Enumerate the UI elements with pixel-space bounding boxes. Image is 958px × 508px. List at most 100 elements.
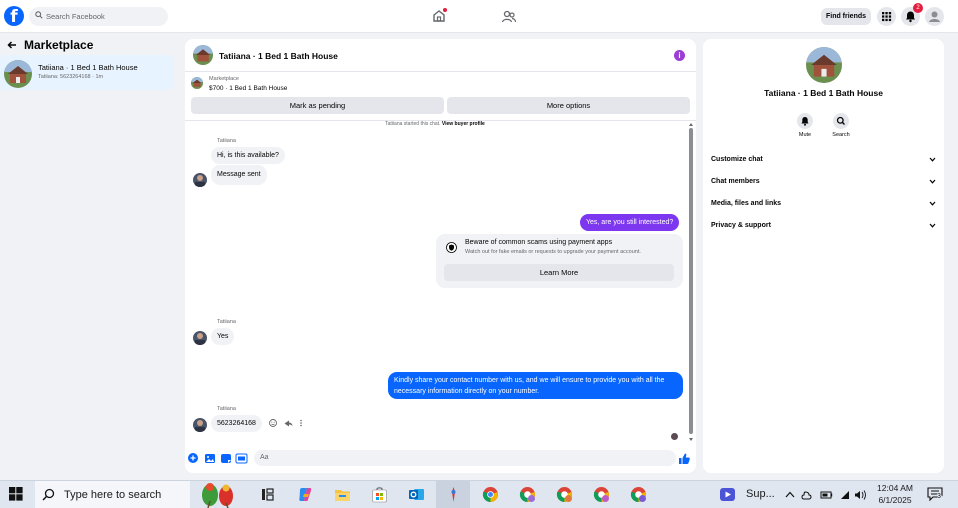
chat-header-avatar[interactable] xyxy=(193,45,213,65)
notification-count: 3 xyxy=(937,493,941,500)
scam-warning-title: Beware of common scams using payment app… xyxy=(465,239,613,246)
chat-members-section[interactable]: Chat members xyxy=(711,175,938,189)
clock-date: 6/1/2025 xyxy=(878,495,912,505)
info-icon[interactable]: i xyxy=(674,50,685,61)
read-receipt-avatar xyxy=(671,433,678,440)
shield-icon xyxy=(446,242,457,253)
copilot-icon[interactable] xyxy=(297,486,314,503)
chevron-down-icon xyxy=(929,179,936,184)
windows-start-icon[interactable] xyxy=(9,487,23,501)
outlook-icon[interactable] xyxy=(408,486,425,503)
home-nav-button[interactable] xyxy=(431,8,447,24)
onedrive-icon[interactable] xyxy=(801,491,812,500)
chat-title[interactable]: Tatiiana · 1 Bed 1 Bath House xyxy=(219,51,338,61)
listing-thumbnail-small[interactable] xyxy=(191,77,203,89)
chrome-icon[interactable] xyxy=(482,486,499,503)
notification-badge: 2 xyxy=(913,3,923,13)
sticker-icon[interactable] xyxy=(221,454,231,463)
task-view-icon[interactable] xyxy=(259,486,276,503)
search-icon xyxy=(836,116,845,125)
parrots-widget-icon[interactable] xyxy=(196,481,242,508)
microsoft-store-icon[interactable] xyxy=(371,486,388,503)
profile-avatar-icon xyxy=(929,11,940,22)
gif-icon[interactable] xyxy=(235,453,248,464)
grid-menu-icon xyxy=(882,12,892,22)
media-files-links-section[interactable]: Media, files and links xyxy=(711,197,938,211)
pinned-app-icon[interactable] xyxy=(445,486,462,503)
facebook-logo[interactable]: f xyxy=(4,6,24,27)
react-icon[interactable] xyxy=(269,419,277,427)
file-explorer-icon[interactable] xyxy=(334,486,351,503)
search-chat-button[interactable] xyxy=(833,113,849,129)
started-text: Tatiiana started this chat. xyxy=(385,121,441,127)
back-arrow-icon[interactable] xyxy=(7,40,17,50)
section-label: Privacy & support xyxy=(711,222,771,229)
conversation-title: Tatiiana · 1 Bed 1 Bath House xyxy=(38,63,138,72)
scam-warning-description: Watch out for fake emails or requests to… xyxy=(465,249,641,255)
view-buyer-profile-link[interactable]: View buyer profile xyxy=(442,121,485,127)
outgoing-message[interactable]: Yes, are you still interested? xyxy=(580,214,680,231)
menu-button[interactable] xyxy=(877,7,896,26)
battery-icon[interactable] xyxy=(820,491,833,499)
chevron-down-icon xyxy=(929,223,936,228)
video-app-icon[interactable] xyxy=(719,486,736,503)
privacy-support-section[interactable]: Privacy & support xyxy=(711,219,938,233)
photo-icon[interactable] xyxy=(205,454,215,463)
conversation-preview: Tatiiana: 5623264168 · 1m xyxy=(38,74,104,80)
account-button[interactable] xyxy=(925,7,944,26)
sender-avatar[interactable] xyxy=(193,173,207,187)
chat-info-title: Tatiiana · 1 Bed 1 Bath House xyxy=(764,88,883,98)
chrome-profile-icon[interactable] xyxy=(556,486,573,503)
incoming-message[interactable]: Hi, is this available? xyxy=(211,147,285,164)
learn-more-button[interactable]: Learn More xyxy=(444,264,674,281)
chrome-profile-icon[interactable] xyxy=(519,486,536,503)
incoming-message[interactable]: Yes xyxy=(211,328,235,345)
scrollbar-thumb[interactable] xyxy=(689,128,693,434)
search-input[interactable]: Search Facebook xyxy=(29,7,168,26)
add-icon[interactable] xyxy=(188,453,198,463)
like-icon[interactable] xyxy=(679,453,690,465)
volume-icon[interactable] xyxy=(855,490,866,500)
friends-nav-button[interactable] xyxy=(501,9,517,25)
marketplace-label: Marketplace xyxy=(209,76,239,82)
find-friends-button[interactable]: Find friends xyxy=(821,8,871,25)
outgoing-message[interactable]: Kindly share your contact number with us… xyxy=(388,372,683,399)
search-icon xyxy=(42,488,55,501)
divider xyxy=(185,71,696,72)
wifi-icon[interactable] xyxy=(841,491,849,499)
more-icon[interactable] xyxy=(300,419,302,427)
bell-icon xyxy=(801,117,809,126)
chevron-down-icon xyxy=(929,201,936,206)
search-placeholder: Search Facebook xyxy=(46,12,105,21)
system-tray-icons xyxy=(784,488,870,502)
chat-info-panel xyxy=(703,39,944,473)
mute-button[interactable] xyxy=(797,113,813,129)
sender-avatar[interactable] xyxy=(193,331,207,345)
section-label: Media, files and links xyxy=(711,200,782,207)
chrome-profile-icon[interactable] xyxy=(593,486,610,503)
incoming-message[interactable]: 5623264168 xyxy=(211,415,262,432)
reply-icon[interactable] xyxy=(284,420,293,427)
more-options-button[interactable]: More options xyxy=(447,97,690,114)
sender-name: Tatiiana xyxy=(217,138,236,144)
home-notification-dot xyxy=(443,8,447,12)
incoming-message[interactable]: Message sent xyxy=(211,165,267,185)
page-title: Marketplace xyxy=(24,38,94,52)
chevron-up-icon[interactable] xyxy=(785,491,795,498)
message-input[interactable]: Aa xyxy=(254,450,676,466)
clock-time: 12:04 AM xyxy=(877,483,913,493)
chat-started-notice: Tatiiana started this chat. View buyer p… xyxy=(330,121,540,127)
sender-name: Tatiiana xyxy=(217,319,236,325)
taskbar-search-placeholder: Type here to search xyxy=(64,489,162,501)
taskbar-app-label[interactable]: Sup... xyxy=(746,488,775,500)
mute-label: Mute xyxy=(798,132,812,138)
mark-as-pending-button[interactable]: Mark as pending xyxy=(191,97,444,114)
listing-price-title[interactable]: $700 · 1 Bed 1 Bath House xyxy=(209,85,287,92)
notification-center-button[interactable]: 3 xyxy=(927,487,943,502)
chrome-profile-icon[interactable] xyxy=(630,486,647,503)
sender-avatar[interactable] xyxy=(193,418,207,432)
chat-info-avatar[interactable] xyxy=(806,47,842,83)
taskbar-clock[interactable]: 12:04 AM 6/1/2025 xyxy=(872,482,918,506)
customize-chat-section[interactable]: Customize chat xyxy=(711,153,938,167)
message-actions xyxy=(268,418,308,428)
